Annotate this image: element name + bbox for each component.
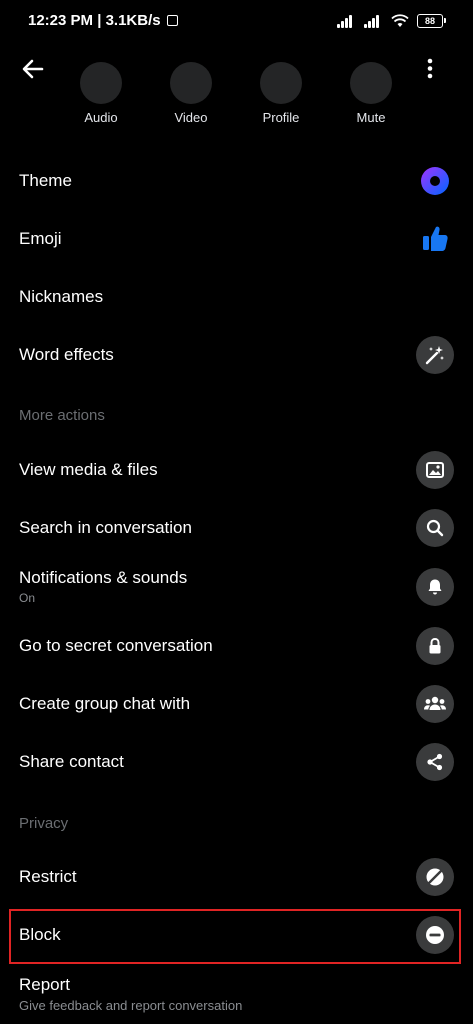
search-conversation-row[interactable]: Search in conversation [0,499,473,557]
audio-icon [80,62,122,104]
notifications-row[interactable]: Notifications & sounds On [0,557,473,615]
nicknames-label: Nicknames [19,287,104,306]
theme-circle-icon [421,167,449,195]
block-row[interactable]: Block [0,906,473,964]
network-speed: | 3.1KB/s [97,12,161,29]
back-button[interactable] [18,54,50,84]
video-call-button[interactable]: Video [146,62,236,125]
emoji-row[interactable]: Emoji [0,210,473,268]
video-label: Video [174,110,208,125]
restrict-row[interactable]: Restrict [0,848,473,906]
secret-icon-button [416,627,454,665]
restrict-icon-button [416,858,454,896]
search-label: Search in conversation [19,518,192,537]
restrict-icon [426,868,444,886]
signal-icon [337,14,356,28]
video-icon [170,62,212,104]
lock-icon [429,637,441,654]
notifications-label: Notifications & sounds [19,568,188,587]
restrict-label: Restrict [19,867,77,886]
word-effects-label: Word effects [19,345,114,364]
report-subtitle: Give feedback and report conversation [19,998,243,1013]
search-icon [426,519,444,537]
word-effects-row[interactable]: Word effects [0,326,473,384]
mute-label: Mute [356,110,386,125]
mute-button[interactable]: Mute [326,62,416,125]
emoji-label: Emoji [19,229,62,248]
more-actions-header: More actions [19,407,105,424]
block-icon [426,926,444,944]
group-icon-button [416,685,454,723]
view-media-label: View media & files [19,460,158,479]
notifications-status: On [19,591,36,605]
share-contact-row[interactable]: Share contact [0,733,473,791]
status-icons: 88 [337,13,446,29]
bell-icon [428,579,442,595]
app-notification-icon [166,15,178,26]
more-options-button[interactable] [418,54,442,84]
vertical-dots-icon [427,58,433,79]
search-icon-button [416,509,454,547]
share-icon [427,753,443,771]
view-media-icon-button [416,451,454,489]
block-icon-button [416,916,454,954]
secret-label: Go to secret conversation [19,636,213,655]
notifications-icon-button [416,568,454,606]
status-bar: 12:23 PM | 3.1KB/s 88 [0,0,473,44]
wifi-icon [391,14,409,27]
audio-call-button[interactable]: Audio [56,62,146,125]
share-icon-button [416,743,454,781]
quick-actions: Audio Video Profile Mute [0,62,473,138]
group-icon [424,696,446,710]
view-media-row[interactable]: View media & files [0,441,473,499]
magic-wand-icon [425,346,444,365]
profile-button[interactable]: Profile [236,62,326,125]
word-effects-icon-button [416,336,454,374]
image-icon [426,462,444,478]
profile-label: Profile [262,110,300,125]
report-label: Report [19,975,71,994]
thumbs-up-icon [423,226,448,251]
status-time: 12:23 PM | 3.1KB/s [28,12,178,29]
group-chat-label: Create group chat with [19,694,191,713]
audio-label: Audio [84,110,118,125]
arrow-left-icon [22,59,44,79]
privacy-header: Privacy [19,815,69,832]
theme-label: Theme [19,171,72,190]
profile-icon [260,62,302,104]
nicknames-row[interactable]: Nicknames [0,268,473,326]
signal-icon [364,14,383,28]
create-group-row[interactable]: Create group chat with [0,675,473,733]
battery-icon: 88 [417,14,446,28]
block-label: Block [19,925,61,944]
secret-conversation-row[interactable]: Go to secret conversation [0,617,473,675]
mute-icon [350,62,392,104]
share-contact-label: Share contact [19,752,124,771]
report-row[interactable]: Report Give feedback and report conversa… [0,964,473,1022]
theme-row[interactable]: Theme [0,152,473,210]
